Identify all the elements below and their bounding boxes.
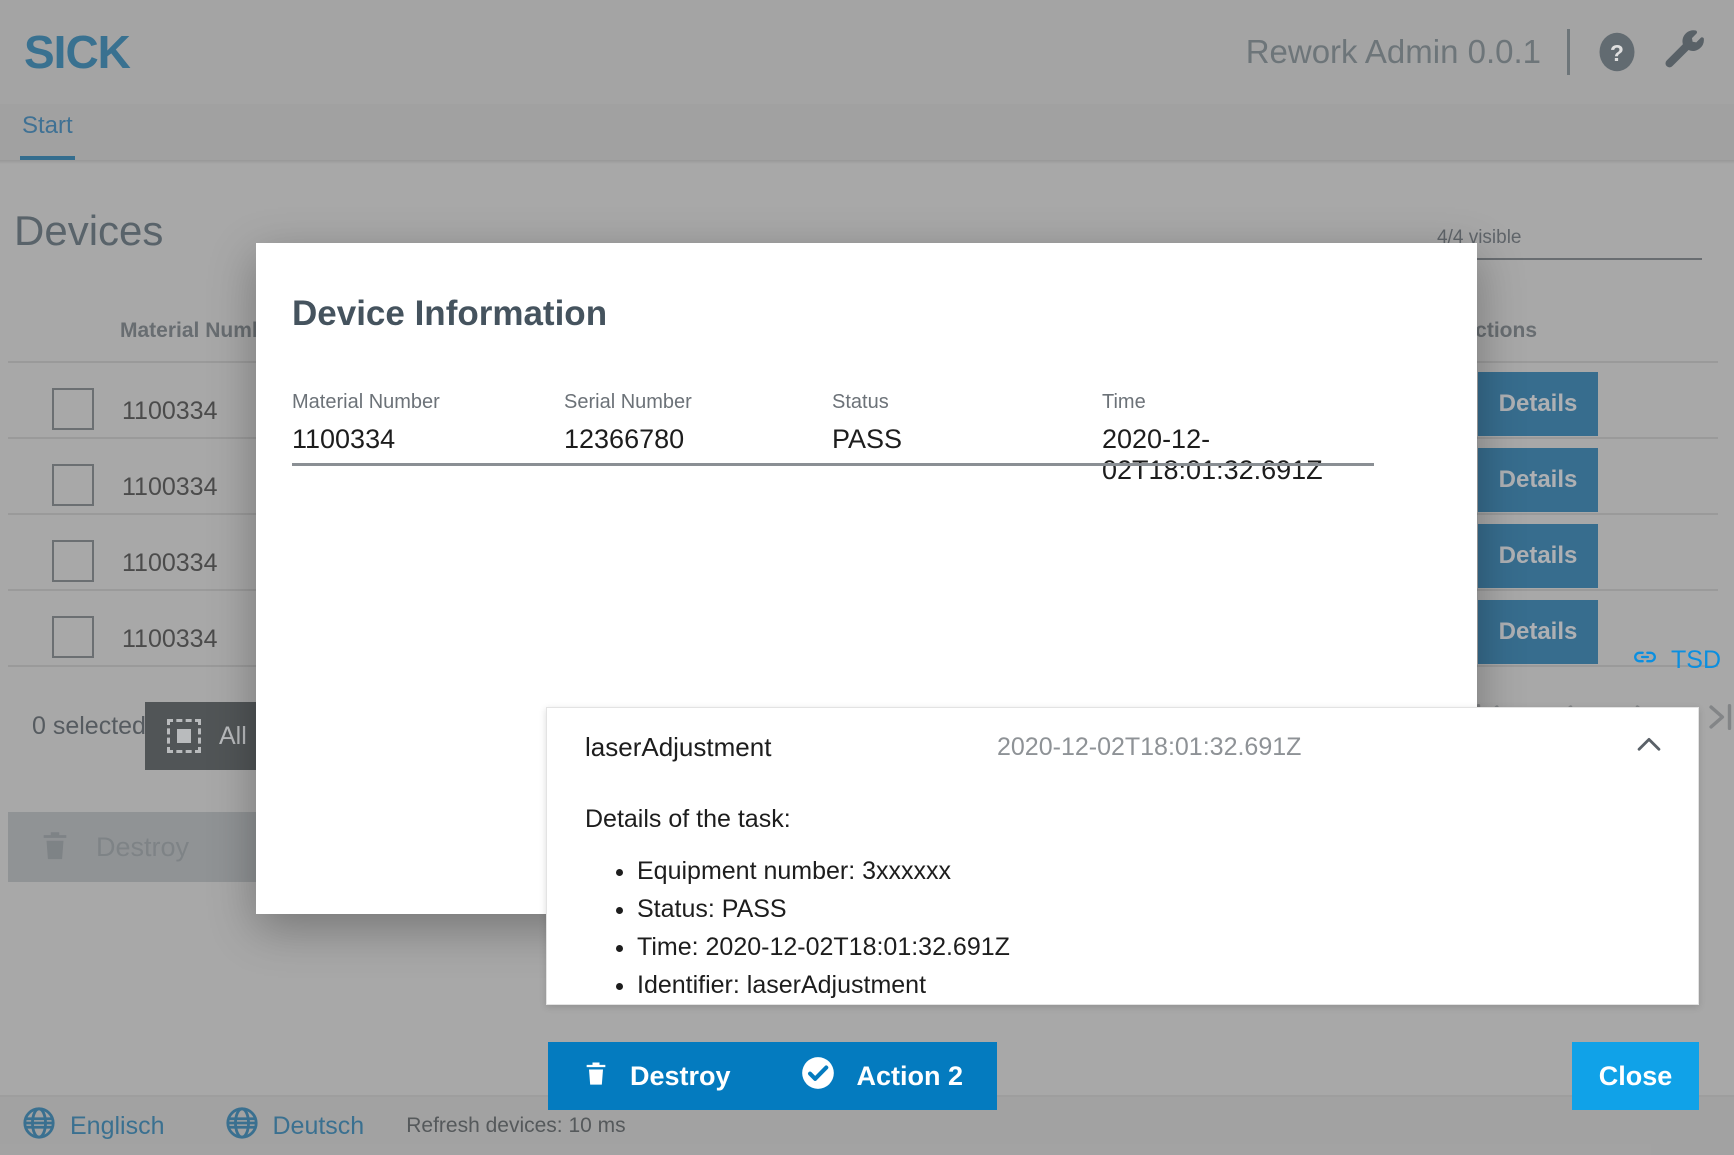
field-time: Time 2020-12-02T18:01:32.691Z <box>1102 391 1374 486</box>
accordion-body: Details of the task: Equipment number: 3… <box>585 805 1678 1008</box>
list-item: Identifier: laserAdjustment <box>637 970 1678 1000</box>
field-material-number: Material Number 1100334 <box>292 391 440 455</box>
destroy-button[interactable]: Destroy <box>548 1042 765 1110</box>
destroy-button-label: Destroy <box>630 1060 731 1091</box>
list-item: Equipment number: 3xxxxxx <box>637 856 1678 886</box>
accordion-header[interactable]: laserAdjustment 2020-12-02T18:01:32.691Z <box>547 708 1698 786</box>
field-value: 12366780 <box>564 424 685 454</box>
accordion-intro-text: Details of the task: <box>585 805 791 833</box>
chevron-up-icon[interactable] <box>1632 728 1666 767</box>
list-item: Time: 2020-12-02T18:01:32.691Z <box>637 932 1678 962</box>
field-status: Status PASS <box>832 391 902 455</box>
accordion-detail-list: Equipment number: 3xxxxxx Status: PASS T… <box>585 856 1678 1000</box>
tsd-link[interactable]: TSD <box>1631 643 1721 678</box>
device-information-dialog: Device Information Material Number 11003… <box>256 243 1721 1110</box>
field-label: Time <box>1102 391 1146 413</box>
accordion-task-name: laserAdjustment <box>585 731 772 762</box>
close-button[interactable]: Close <box>1572 1042 1699 1110</box>
dialog-title: Device Information <box>292 294 608 333</box>
field-value: PASS <box>832 424 903 454</box>
check-circle-icon <box>799 1054 837 1099</box>
field-label: Serial Number <box>564 391 692 413</box>
dialog-action-group: Destroy Action 2 <box>548 1042 998 1110</box>
field-label: Material Number <box>292 391 440 413</box>
task-accordion: laserAdjustment 2020-12-02T18:01:32.691Z… <box>546 707 1699 1005</box>
accordion-task-time: 2020-12-02T18:01:32.691Z <box>997 732 1302 761</box>
field-row-underline <box>292 463 1374 466</box>
link-icon <box>1631 643 1659 678</box>
tsd-link-label: TSD <box>1671 646 1721 674</box>
field-value: 2020-12-02T18:01:32.691Z <box>1102 424 1323 485</box>
field-value: 1100334 <box>292 424 396 454</box>
list-item: Status: PASS <box>637 894 1678 924</box>
action2-button[interactable]: Action 2 <box>765 1042 998 1110</box>
app-root: SICK Rework Admin 0.0.1 ? Start Devices … <box>0 0 1734 1155</box>
action2-button-label: Action 2 <box>856 1060 964 1091</box>
field-serial-number: Serial Number 12366780 <box>564 391 692 455</box>
field-label: Status <box>832 391 889 413</box>
trash-icon <box>582 1056 610 1097</box>
